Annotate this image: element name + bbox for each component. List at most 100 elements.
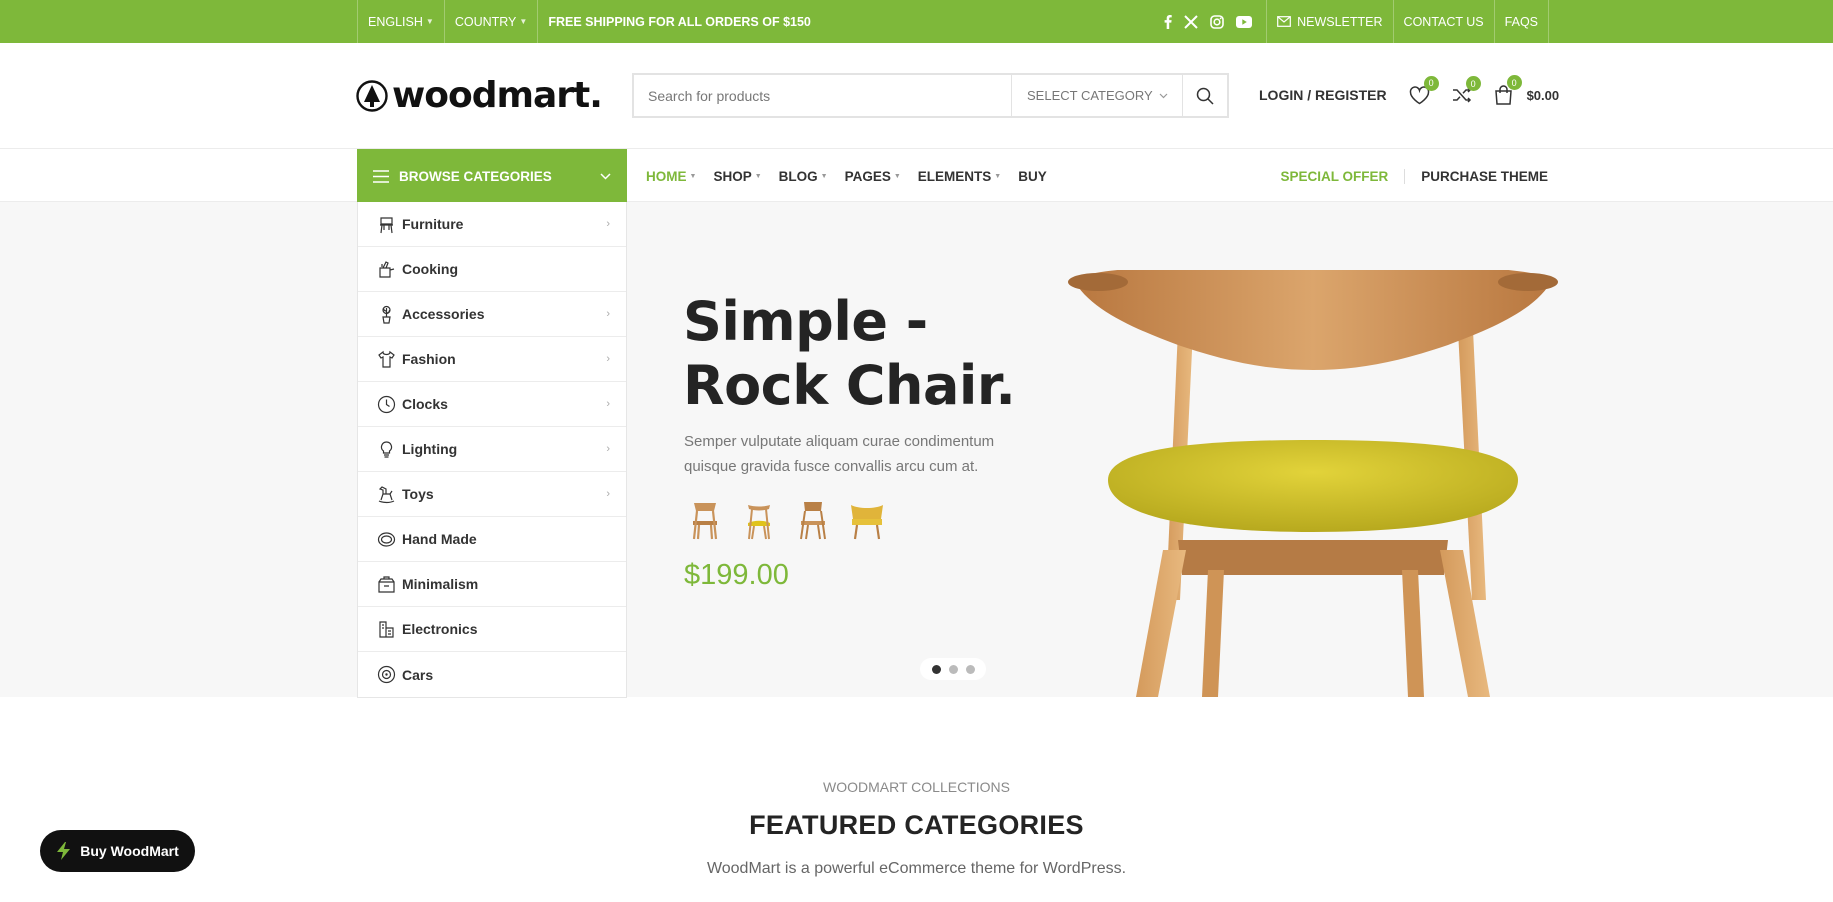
chevron-right-icon: ›: [606, 218, 610, 230]
search-icon: [1196, 87, 1214, 105]
buy-woodmart-label: Buy WoodMart: [80, 843, 179, 859]
hero-title-line: Simple -: [683, 290, 928, 353]
category-item-toys[interactable]: Toys ›: [358, 472, 626, 517]
contact-link[interactable]: CONTACT US: [1392, 0, 1494, 43]
nav-item-label: HOME: [646, 168, 687, 184]
chevron-right-icon: ›: [606, 398, 610, 410]
chevron-down-icon: ▼: [689, 172, 697, 180]
chevron-down-icon: ▼: [754, 172, 762, 180]
hero-description: Semper vulputate aliquam curae condiment…: [684, 433, 995, 475]
yarn-icon: [377, 531, 395, 547]
buy-woodmart-button[interactable]: Buy WoodMart: [40, 830, 195, 872]
chair-thumbnail-image: [851, 505, 883, 540]
featured-title: FEATURED CATEGORIES: [749, 810, 1084, 840]
hamburger-menu-icon: [373, 169, 389, 183]
slider-dot[interactable]: [965, 664, 975, 674]
compare-button[interactable]: 0: [1452, 76, 1481, 104]
variant-thumbnail[interactable]: [794, 499, 832, 541]
faqs-link[interactable]: FAQS: [1493, 0, 1549, 43]
language-label: ENGLISH: [368, 14, 423, 29]
instagram-icon[interactable]: [1210, 14, 1224, 29]
electronics-icon: [378, 620, 394, 638]
chevron-down-icon: ▼: [820, 172, 828, 180]
chevron-down-icon: [600, 172, 611, 180]
category-label: Clocks: [402, 396, 448, 412]
chevron-down-icon: ▼: [425, 17, 434, 26]
category-item-lighting[interactable]: Lighting ›: [358, 427, 626, 472]
nav-item-pages[interactable]: PAGES ▼: [845, 169, 901, 184]
main-navigation-bar: BROWSE CATEGORIES HOME ▼ SHOP ▼ BLOG ▼ PAGE…: [0, 148, 1833, 203]
language-selector[interactable]: ENGLISH ▼: [357, 0, 444, 43]
variant-thumbnail[interactable]: [740, 499, 778, 541]
special-offer-link[interactable]: SPECIAL OFFER: [1280, 168, 1406, 184]
facebook-icon[interactable]: [1164, 14, 1172, 29]
nav-right-links: SPECIAL OFFER PURCHASE THEME: [1280, 149, 1548, 203]
slider-dot[interactable]: [931, 664, 941, 674]
cart-button[interactable]: 0: [1494, 75, 1522, 105]
category-label: Electronics: [402, 621, 478, 637]
browse-categories-button[interactable]: BROWSE CATEGORIES: [357, 149, 627, 203]
category-item-furniture[interactable]: Furniture ›: [358, 202, 626, 247]
hero-title-line: Rock Chair.: [683, 354, 1016, 417]
cart-total[interactable]: $0.00: [1527, 88, 1560, 103]
shirt-icon: [377, 350, 395, 368]
slider-pagination: [920, 658, 986, 680]
category-label: Minimalism: [402, 576, 479, 592]
purchase-theme-link[interactable]: PURCHASE THEME: [1405, 169, 1548, 184]
category-label: Accessories: [402, 306, 485, 322]
category-item-electronics[interactable]: Electronics: [358, 607, 626, 652]
chair-icon: [379, 216, 393, 233]
category-select-label: SELECT CATEGORY: [1027, 88, 1153, 103]
variant-thumbnail[interactable]: [686, 499, 724, 541]
social-links: [1150, 0, 1266, 43]
login-register-link[interactable]: LOGIN / REGISTER: [1259, 87, 1387, 103]
wishlist-button[interactable]: 0: [1409, 75, 1439, 105]
category-item-clocks[interactable]: Clocks ›: [358, 382, 626, 427]
product-variant-thumbnails: [686, 499, 886, 541]
nav-item-label: ELEMENTS: [917, 168, 992, 184]
chevron-down-icon: ▼: [519, 17, 528, 26]
compare-count-badge: 0: [1465, 76, 1481, 91]
shipping-notice: FREE SHIPPING FOR ALL ORDERS OF $150: [537, 0, 821, 43]
category-item-cars[interactable]: Cars: [358, 652, 626, 697]
x-icon[interactable]: [1184, 14, 1198, 29]
newsletter-link[interactable]: NEWSLETTER: [1266, 0, 1392, 43]
nav-item-buy[interactable]: BUY: [1018, 169, 1047, 184]
header-actions: LOGIN / REGISTER 0 0 0 $0.00: [1259, 75, 1559, 108]
top-bar: ENGLISH ▼ COUNTRY ▼ FREE SHIPPING FOR ALL …: [0, 0, 1833, 43]
country-selector[interactable]: COUNTRY ▼: [443, 0, 538, 43]
category-item-minimalism[interactable]: Minimalism: [358, 562, 626, 607]
chevron-right-icon: ›: [606, 353, 610, 365]
category-label: Lighting: [402, 441, 458, 457]
cooking-icon: [378, 260, 394, 278]
search-input[interactable]: [634, 75, 1011, 116]
category-item-hand-made[interactable]: Hand Made: [358, 517, 626, 562]
category-item-cooking[interactable]: Cooking: [358, 247, 626, 292]
nav-item-label: BUY: [1018, 168, 1047, 184]
search-button[interactable]: [1182, 75, 1227, 116]
hero-price: $199.00: [684, 559, 789, 591]
slider-dot[interactable]: [948, 664, 958, 674]
nav-item-blog[interactable]: BLOG ▼: [779, 169, 828, 184]
newsletter-label: NEWSLETTER: [1297, 14, 1383, 29]
logo[interactable]: woodmart.: [356, 78, 603, 114]
chair-thumbnail-image: [692, 503, 718, 540]
wheel-icon: [377, 665, 395, 684]
search-bar: SELECT CATEGORY: [632, 73, 1229, 118]
nav-item-shop[interactable]: SHOP ▼: [713, 169, 761, 184]
chevron-right-icon: ›: [606, 308, 610, 320]
category-item-fashion[interactable]: Fashion ›: [358, 337, 626, 382]
category-select[interactable]: SELECT CATEGORY: [1011, 75, 1182, 116]
chair-thumbnail-image: [748, 505, 770, 540]
nav-item-elements[interactable]: ELEMENTS ▼: [918, 169, 1001, 184]
wishlist-count-badge: 0: [1423, 75, 1439, 91]
main-menu: HOME ▼ SHOP ▼ BLOG ▼ PAGES ▼ ELEMENTS ▼ BUY: [646, 149, 1064, 203]
nav-item-home[interactable]: HOME ▼: [646, 169, 696, 184]
chair-thumbnail-image: [800, 502, 826, 540]
variant-thumbnail[interactable]: [848, 499, 886, 541]
featured-description: WoodMart is a powerful eCommerce theme f…: [706, 860, 1127, 877]
youtube-icon[interactable]: [1236, 15, 1253, 28]
country-label: COUNTRY: [454, 14, 517, 29]
browse-categories-label: BROWSE CATEGORIES: [399, 168, 552, 184]
category-item-accessories[interactable]: Accessories ›: [358, 292, 626, 337]
